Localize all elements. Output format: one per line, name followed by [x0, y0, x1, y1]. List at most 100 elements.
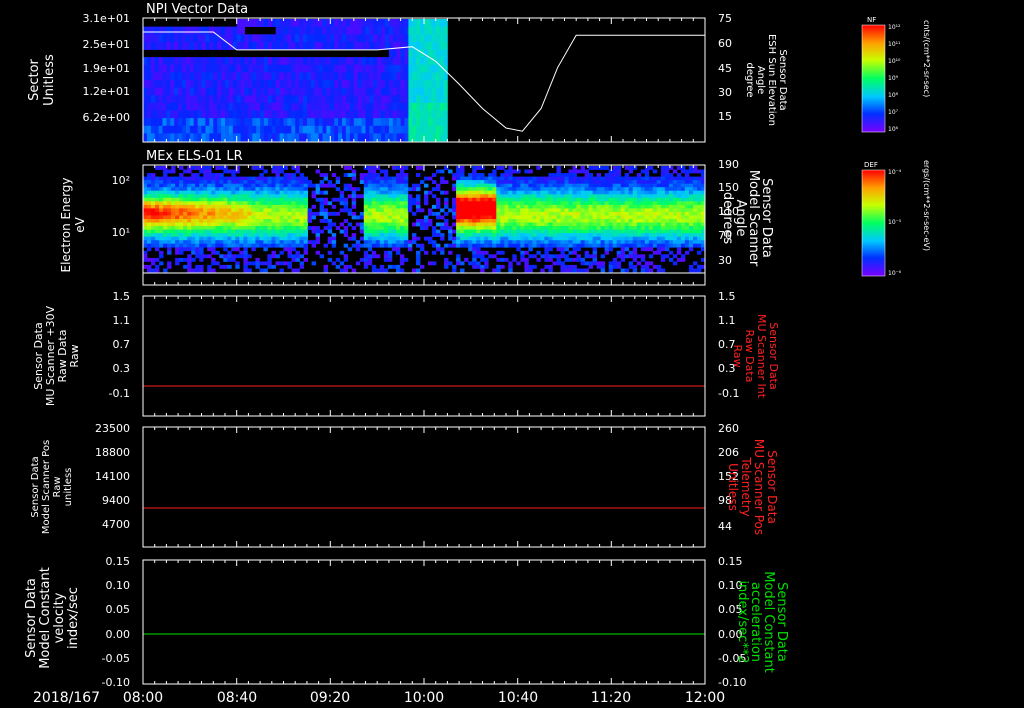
els-cell [632, 208, 638, 213]
els-cell [588, 190, 593, 195]
npi-cell [365, 118, 370, 127]
els-cell [488, 215, 493, 220]
npi-cell [443, 110, 448, 119]
els-cell [263, 211, 268, 216]
npi-cell [338, 80, 343, 88]
els-cell [460, 243, 465, 248]
npi-cell [217, 64, 222, 73]
npi-cell [427, 64, 433, 73]
els-cell [576, 229, 581, 234]
els-cell [660, 243, 666, 248]
npi-cell [205, 34, 210, 43]
els-cell [672, 183, 678, 188]
npi-cell [408, 57, 413, 66]
els-cell [227, 194, 232, 199]
els-cell [532, 176, 537, 181]
npi-cell [197, 64, 202, 73]
npi-cell [197, 80, 202, 88]
els-cell [564, 197, 569, 202]
els-cell [508, 180, 513, 184]
els-cell [528, 222, 533, 227]
els-cell [660, 211, 666, 216]
els-cell [560, 233, 565, 237]
els-cell [560, 250, 565, 255]
npi-cell [357, 125, 362, 134]
els-cell [335, 226, 341, 230]
els-cell [693, 204, 698, 209]
els-cell [616, 211, 622, 216]
npi-cell [365, 102, 370, 111]
els-cell [668, 208, 674, 213]
els-cell [143, 194, 148, 199]
els-cell [697, 226, 702, 230]
els-cell [355, 194, 361, 199]
colorbar-gradient [861, 24, 886, 133]
els-cell [564, 243, 569, 248]
els-cell [311, 190, 316, 195]
npi-cell [240, 34, 245, 43]
npi-cell [209, 80, 214, 88]
els-cell [371, 190, 377, 195]
els-cell [203, 190, 208, 195]
els-cell [544, 190, 549, 195]
els-cell [299, 236, 304, 241]
npi-cell [435, 125, 440, 134]
npi-cell [291, 125, 296, 134]
npi-cell [326, 110, 331, 119]
els-cell [255, 233, 260, 237]
y-axis-label: Raw [52, 476, 63, 497]
npi-cell [174, 87, 179, 96]
els-cell [255, 201, 260, 206]
els-cell [428, 208, 433, 213]
npi-cell [342, 118, 347, 127]
els-cell [520, 243, 525, 248]
els-cell [327, 180, 333, 184]
els-cell [528, 208, 533, 213]
els-cell [520, 229, 525, 234]
els-cell [251, 208, 256, 213]
npi-cell [349, 72, 355, 81]
els-cell [375, 190, 381, 195]
els-cell [323, 264, 328, 269]
els-cell [215, 215, 220, 220]
els-cell [395, 250, 401, 255]
npi-cell [178, 72, 183, 81]
els-cell [540, 187, 545, 192]
els-cell [351, 268, 357, 273]
els-cell [492, 208, 497, 213]
els-cell [215, 226, 220, 230]
els-cell [672, 222, 678, 227]
els-cell [331, 261, 337, 266]
y2-tick: 30 [718, 254, 732, 267]
els-cell [568, 250, 573, 255]
els-cell [512, 204, 517, 209]
npi-cell [404, 118, 409, 127]
npi-cell [338, 118, 343, 127]
els-cell [159, 215, 164, 220]
els-cell [259, 222, 264, 227]
npi-cell [330, 41, 335, 50]
els-cell [636, 236, 642, 241]
npi-cell [435, 110, 440, 119]
els-cell [444, 190, 449, 195]
els-cell [347, 173, 353, 177]
els-cell [484, 261, 489, 266]
els-cell [383, 219, 389, 223]
els-cell [243, 219, 248, 223]
els-cell [191, 183, 196, 188]
els-cell [464, 201, 469, 206]
colorbar-unit: cnts/(cm**2-sr-sec) [922, 20, 931, 97]
els-cell [247, 215, 252, 220]
els-cell [504, 180, 509, 184]
npi-cell [416, 95, 421, 104]
els-cell [640, 268, 646, 273]
npi-cell [267, 72, 273, 81]
els-cell [271, 240, 276, 245]
els-cell [179, 204, 184, 209]
els-cell [444, 226, 449, 230]
npi-cell [166, 41, 171, 50]
els-cell [652, 250, 658, 255]
els-cell [676, 180, 682, 184]
npi-cell [225, 110, 230, 119]
els-cell [452, 176, 457, 181]
